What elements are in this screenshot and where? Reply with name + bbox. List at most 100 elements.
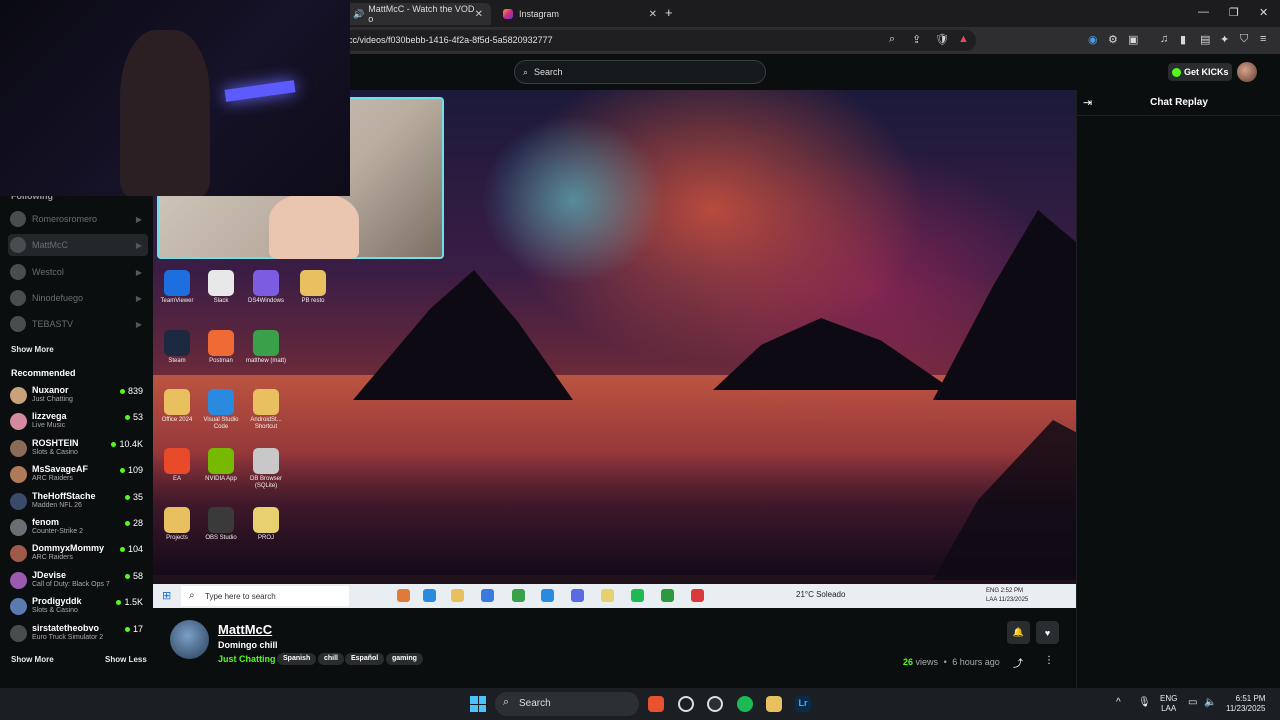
brave-rewards-icon[interactable]: ▲ xyxy=(958,33,969,45)
windows-start-icon[interactable] xyxy=(470,696,486,712)
more-options-icon[interactable]: ⋮ xyxy=(1044,655,1054,666)
zoom-icon[interactable]: ⌕ xyxy=(889,33,895,46)
network-icon[interactable]: ▭ xyxy=(1188,697,1197,708)
tag-gaming[interactable]: gaming xyxy=(386,653,423,665)
brave-icon[interactable] xyxy=(648,696,664,712)
recommended-item[interactable]: TheHoffStache Madden NFL 26 35 xyxy=(10,490,146,514)
bell-icon: 🔔 xyxy=(1012,627,1025,637)
volume-icon[interactable]: 🔈 xyxy=(1204,697,1216,708)
media-icon[interactable]: ♫ xyxy=(1160,33,1168,45)
notification-bell-button[interactable]: 🔔 xyxy=(1007,621,1030,644)
close-tab-icon[interactable]: ✕ xyxy=(649,9,657,20)
recommended-item[interactable]: lizzvega Live Music 53 xyxy=(10,410,146,434)
leo-ai-icon[interactable]: ✦ xyxy=(1220,33,1229,46)
streamed-clock: ENG 2:52 PM LAA 11/23/2025 xyxy=(986,587,1028,605)
following-item[interactable]: Ninodefuego ▶ xyxy=(8,287,148,309)
following-item[interactable]: Romerosromero ▶ xyxy=(8,208,148,230)
desktop-icon-label: PROJ xyxy=(257,535,274,541)
restore-button[interactable]: ❐ xyxy=(1229,6,1239,19)
audio-icon[interactable]: ◉ xyxy=(1088,33,1098,46)
recommended-item[interactable]: JDevise Call of Duty: Black Ops 7 58 xyxy=(10,569,146,593)
desktop-icon-label: matthew (matt) xyxy=(245,358,286,364)
recommended-item[interactable]: MsSavageAF ARC Raiders 109 xyxy=(10,463,146,487)
live-dot-icon xyxy=(124,573,130,579)
tag-chill[interactable]: chill xyxy=(318,653,345,665)
wallet-icon[interactable]: ▤ xyxy=(1200,33,1210,46)
lang-code: ENG xyxy=(1160,694,1178,703)
desktop-icon-label: Projects xyxy=(166,535,188,541)
new-tab-button[interactable]: + xyxy=(665,5,673,20)
viewer-count: 58 xyxy=(124,571,143,581)
tab-mattmcc[interactable]: 🔊 MattMcC - Watch the VOD o ✕ xyxy=(345,3,491,25)
tray-chevron-icon[interactable]: ^ xyxy=(1116,697,1121,708)
avatar xyxy=(10,466,27,483)
lightroom-icon[interactable]: Lr xyxy=(795,696,811,712)
follow-heart-button[interactable]: ♥ xyxy=(1036,621,1059,644)
recommended-item[interactable]: ROSHTEIN Slots & Casino 10.4K xyxy=(10,437,146,461)
tab-instagram[interactable]: Instagram ✕ xyxy=(495,3,665,25)
share-icon[interactable]: ⤴ xyxy=(1013,655,1023,670)
recommended-item[interactable]: DommyxMommy ARC Raiders 104 xyxy=(10,542,146,566)
close-tab-icon[interactable]: ✕ xyxy=(475,9,483,20)
viewer-count: 10.4K xyxy=(111,439,143,449)
share-page-icon[interactable]: ⇪ xyxy=(912,33,921,46)
desktop-icon: Postman xyxy=(199,330,243,365)
following-name: MattMcC xyxy=(32,240,68,250)
show-more-following-link[interactable]: Show More xyxy=(11,345,54,354)
vpn-icon[interactable]: ⛉ xyxy=(1240,33,1248,46)
following-item[interactable]: TEBASTV ▶ xyxy=(8,313,148,335)
search-icon: ⌕ xyxy=(523,67,529,77)
taskbar-search[interactable]: ⌕ Search xyxy=(495,692,639,716)
offline-camera-icon: ▶ xyxy=(135,214,142,224)
microphone-icon[interactable]: 🎙 xyxy=(1138,697,1151,708)
user-avatar[interactable] xyxy=(1237,62,1257,82)
stream-title: Domingo chill xyxy=(218,640,278,650)
streamer-avatar[interactable] xyxy=(170,620,209,659)
desktop-icon: matthew (matt) xyxy=(244,330,288,365)
show-less-link[interactable]: Show Less xyxy=(105,655,147,664)
streamer-name-link[interactable]: MattMcC xyxy=(218,622,272,637)
edge-icon xyxy=(423,589,436,602)
channel-category: Slots & Casino xyxy=(32,449,78,456)
language-indicator[interactable]: ENG LAA xyxy=(1160,694,1177,714)
screenshot-icon[interactable]: ▣ xyxy=(1128,33,1138,46)
desktop-icon-label: Visual Studio Code xyxy=(203,417,239,430)
following-item[interactable]: Westcol ▶ xyxy=(8,261,148,283)
recommended-item[interactable]: sirstatetheobvo Euro Truck Simulator 2 17 xyxy=(10,622,146,646)
tag-spanish[interactable]: Spanish xyxy=(277,653,317,665)
viewer-number: 104 xyxy=(127,544,143,554)
obs-icon[interactable] xyxy=(707,696,723,712)
address-bar[interactable]: cc/videos/f030bebb-1416-4f2a-8f5d-5a5820… xyxy=(340,30,976,51)
extensions-icon[interactable]: ⚙ xyxy=(1108,33,1118,46)
tag-espanol[interactable]: Español xyxy=(345,653,385,665)
category-link[interactable]: Just Chatting xyxy=(218,654,276,664)
viewer-number: 1.5K xyxy=(124,597,143,607)
windows-start-icon: ⊞ xyxy=(162,590,172,602)
desktop-app-icon xyxy=(164,507,190,533)
brave-shields-icon[interactable]: 🛡 xyxy=(935,33,949,46)
desktop-app-icon xyxy=(164,448,190,474)
file-explorer-icon[interactable] xyxy=(766,696,782,712)
search-icon: ⌕ xyxy=(503,696,510,708)
following-item[interactable]: MattMcC ▶ xyxy=(8,234,148,256)
avatar xyxy=(10,237,26,253)
show-more-link[interactable]: Show More xyxy=(11,655,54,664)
desktop-icon: Projects xyxy=(155,507,199,542)
recommended-item[interactable]: fenom Counter-Strike 2 28 xyxy=(10,516,146,540)
spotify-icon[interactable] xyxy=(737,696,753,712)
menu-icon[interactable]: ≡ xyxy=(1260,33,1266,45)
sidebar-toggle-icon[interactable]: ▮ xyxy=(1180,33,1186,46)
chatgpt-icon[interactable] xyxy=(678,696,694,712)
recommended-item[interactable]: Nuxanor Just Chatting 839 xyxy=(10,384,146,408)
taskbar-clock[interactable]: 6:51 PM 11/23/2025 xyxy=(1226,694,1265,714)
desktop-icon: DB Browser (SQLite) xyxy=(244,448,288,490)
search-input[interactable]: ⌕ Search xyxy=(514,60,766,84)
minimize-button[interactable]: — xyxy=(1198,6,1209,18)
get-kicks-button[interactable]: Get KICKs xyxy=(1168,63,1232,81)
live-dot-icon xyxy=(119,388,125,394)
close-window-button[interactable]: ✕ xyxy=(1259,6,1268,19)
desktop-icon: NVIDIA App xyxy=(199,448,243,483)
recommended-item[interactable]: Prodigyddk Slots & Casino 1.5K xyxy=(10,595,146,619)
desktop-app-icon xyxy=(208,270,234,296)
channel-name: lizzvega xyxy=(32,411,67,421)
